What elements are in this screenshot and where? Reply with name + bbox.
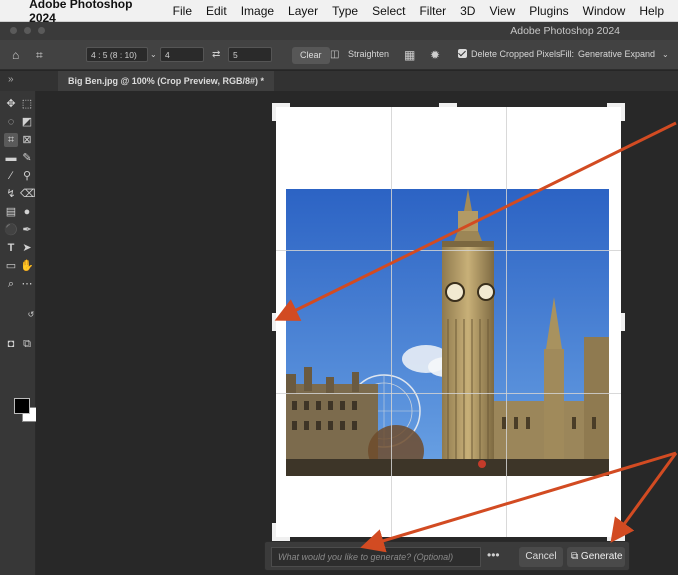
canvas-area[interactable]: What would you like to generate? (Option… [36, 91, 678, 575]
document-tab[interactable]: Big Ben.jpg @ 100% (Crop Preview, RGB/8#… [58, 71, 274, 91]
crop-grid-line [506, 107, 507, 537]
foreground-color-swatch[interactable] [14, 398, 30, 414]
chevron-down-icon[interactable]: ⌄ [150, 47, 157, 63]
window-titlebar: Adobe Photoshop 2024 [0, 22, 678, 40]
swap-dimensions-icon[interactable]: ⇄ [212, 47, 220, 63]
app-menu[interactable]: Adobe Photoshop 2024 [29, 0, 159, 25]
crop-handle-top-right[interactable] [621, 103, 625, 121]
menu-type[interactable]: Type [332, 4, 358, 18]
checkbox-checked-icon [458, 49, 467, 58]
ratio-preset-select[interactable]: 4 : 5 (8 : 10) [86, 47, 148, 62]
brush-tool-icon[interactable]: ∕ [4, 169, 18, 183]
menu-select[interactable]: Select [372, 4, 405, 18]
straighten-icon[interactable]: ◫ [330, 47, 339, 63]
tool-options-bar: ⌂ ⌗ 4 : 5 (8 : 10) ⌄ 4 ⇄ 5 Clear ◫ Strai… [0, 40, 678, 70]
crop-tool-icon[interactable]: ⌗ [4, 133, 18, 147]
menu-layer[interactable]: Layer [288, 4, 318, 18]
eyedropper-tool-icon[interactable]: ✎ [20, 151, 34, 165]
more-tools-icon[interactable]: ⋯ [20, 277, 34, 291]
cancel-button[interactable]: Cancel [519, 547, 563, 567]
generate-prompt-input[interactable]: What would you like to generate? (Option… [271, 547, 481, 567]
tools-panel: ✥ ⬚ ◌ ◩ ⌗ ⊠ ▬ ✎ ∕ ⚲ ↯ ⌫ ▤ ● ⚫ ✒ T ➤ ▭ ✋ … [0, 91, 37, 575]
quick-mask-icon[interactable]: ◘ [4, 337, 18, 351]
frame-tool-icon[interactable]: ⊠ [20, 133, 34, 147]
marquee-tool-icon[interactable]: ⬚ [20, 97, 34, 111]
menu-plugins[interactable]: Plugins [529, 4, 568, 18]
menu-filter[interactable]: Filter [419, 4, 446, 18]
crop-height-field[interactable]: 5 [228, 47, 272, 62]
ruler-tool-icon[interactable]: ▬ [4, 151, 18, 165]
menu-help[interactable]: Help [639, 4, 664, 18]
menu-bar: Adobe Photoshop 2024 File Edit Image Lay… [0, 0, 678, 25]
menu-view[interactable]: View [489, 4, 515, 18]
window-title: Adobe Photoshop 2024 [510, 25, 620, 37]
crop-grid-line [276, 393, 621, 394]
crop-handle-right[interactable] [621, 313, 625, 331]
home-icon[interactable]: ⌂ [12, 47, 19, 63]
menu-image[interactable]: Image [241, 4, 274, 18]
lasso-tool-icon[interactable]: ◌ [4, 115, 18, 129]
crop-width-field[interactable]: 4 [160, 47, 204, 62]
move-tool-icon[interactable]: ✥ [4, 97, 18, 111]
object-selection-tool-icon[interactable]: ◩ [20, 115, 34, 129]
overlay-grid-icon[interactable]: ▦ [404, 47, 415, 63]
gradient-tool-icon[interactable]: ▤ [4, 205, 18, 219]
clear-button[interactable]: Clear [292, 47, 330, 64]
crop-handle-left[interactable] [272, 313, 276, 331]
crop-handle-top-left[interactable] [272, 103, 276, 121]
history-brush-tool-icon[interactable]: ↯ [4, 187, 18, 201]
crop-handle-bottom-left[interactable] [272, 523, 276, 541]
hand-tool-icon[interactable]: ✋ [20, 259, 34, 273]
generate-button[interactable]: ⧉ Generate [567, 547, 625, 567]
gear-icon[interactable]: ✹ [430, 47, 440, 63]
delete-cropped-pixels-label: Delete Cropped Pixels [471, 49, 561, 59]
fill-label: Fill: [560, 49, 574, 59]
generate-icon: ⧉ [571, 551, 581, 562]
menu-window[interactable]: Window [583, 4, 626, 18]
crop-handle-bottom-right[interactable] [621, 523, 625, 541]
menu-edit[interactable]: Edit [206, 4, 227, 18]
clone-stamp-tool-icon[interactable]: ⚲ [20, 169, 34, 183]
screen-mode-icon[interactable]: ⧉ [20, 337, 34, 351]
crop-grid-line [391, 107, 392, 537]
blur-tool-icon[interactable]: ● [20, 205, 34, 219]
window-controls[interactable] [10, 27, 45, 34]
dodge-tool-icon[interactable]: ⚫ [4, 223, 18, 237]
close-window-button[interactable] [10, 27, 17, 34]
crop-grid-line [276, 250, 621, 251]
generate-label: Generate [580, 551, 623, 562]
document-tab-bar: » Big Ben.jpg @ 100% (Crop Preview, RGB/… [0, 71, 678, 91]
type-tool-icon[interactable]: T [4, 241, 18, 255]
pen-tool-icon[interactable]: ✒ [20, 223, 34, 237]
more-options-icon[interactable]: ••• [487, 548, 500, 562]
crop-handle-top[interactable] [439, 103, 457, 107]
crop-tool-preset-icon[interactable]: ⌗ [36, 47, 43, 63]
panel-collapse-icon[interactable]: » [8, 74, 14, 85]
eraser-tool-icon[interactable]: ⌫ [20, 187, 36, 201]
zoom-window-button[interactable] [38, 27, 45, 34]
fill-select[interactable]: Generative Expand [578, 49, 655, 59]
chevron-down-icon[interactable]: ⌄ [662, 47, 669, 63]
delete-cropped-pixels-checkbox[interactable]: Delete Cropped Pixels [458, 49, 561, 59]
big-ben-photo [286, 189, 609, 476]
menu-3d[interactable]: 3D [460, 4, 475, 18]
contextual-task-bar: What would you like to generate? (Option… [264, 541, 630, 571]
menu-file[interactable]: File [173, 4, 192, 18]
straighten-button[interactable]: Straighten [348, 49, 389, 59]
path-selection-tool-icon[interactable]: ➤ [20, 241, 34, 255]
zoom-tool-icon[interactable]: ⌕ [4, 277, 18, 291]
minimize-window-button[interactable] [24, 27, 31, 34]
rectangle-tool-icon[interactable]: ▭ [4, 259, 18, 273]
